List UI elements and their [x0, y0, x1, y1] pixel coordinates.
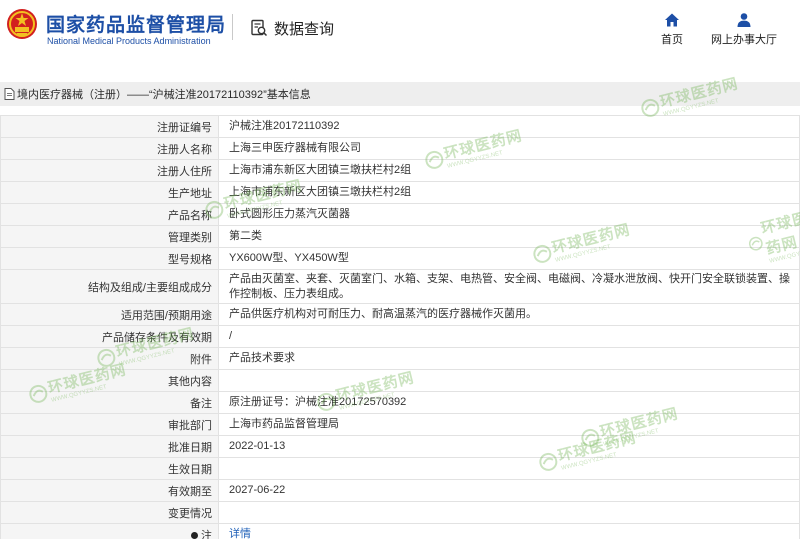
row-label: 适用范围/预期用途 [0, 303, 219, 326]
row-label: 产品名称 [0, 203, 219, 226]
table-row: 注册人住所 上海市浦东新区大团镇三墩扶栏村2组 [0, 159, 800, 182]
row-label: 注册人住所 [0, 159, 219, 182]
table-row: 生效日期 [0, 457, 800, 480]
row-value: 上海市浦东新区大团镇三墩扶栏村2组 [218, 159, 800, 182]
row-value: / [218, 325, 800, 348]
row-value: 沪械注准20172110392 [218, 115, 800, 138]
table-row: 型号规格 YX600W型、YX450W型 [0, 247, 800, 270]
row-value: 2022-01-13 [218, 435, 800, 458]
table-row: 注 详情 [0, 523, 800, 539]
table-row: 审批部门 上海市药品监督管理局 [0, 413, 800, 436]
table-row: 生产地址 上海市浦东新区大团镇三墩扶栏村2组 [0, 181, 800, 204]
table-row: 管理类别 第二类 [0, 225, 800, 248]
row-label: 附件 [0, 347, 219, 370]
org-name-cn: 国家药品监督管理局 [46, 15, 227, 36]
table-row: 注册人名称 上海三申医疗器械有限公司 [0, 137, 800, 160]
row-value: 上海三申医疗器械有限公司 [218, 137, 800, 160]
table-row: 备注 原注册证号：沪械注准20172570392 [0, 391, 800, 414]
table-row: 有效期至 2027-06-22 [0, 479, 800, 502]
row-label: 产品储存条件及有效期 [0, 325, 219, 348]
row-value: 原注册证号：沪械注准20172570392 [218, 391, 800, 414]
row-value: 上海市浦东新区大团镇三墩扶栏村2组 [218, 181, 800, 204]
table-row: 适用范围/预期用途 产品供医疗机构对可耐压力、耐高温蒸汽的医疗器械作灭菌用。 [0, 303, 800, 326]
row-label: 型号规格 [0, 247, 219, 270]
document-icon [4, 88, 15, 100]
row-label: 注 [0, 523, 219, 539]
row-label: 批准日期 [0, 435, 219, 458]
table-row: 变更情况 [0, 501, 800, 524]
row-label: 变更情况 [0, 501, 219, 524]
row-label: 结构及组成/主要组成成分 [0, 269, 219, 304]
breadcrumb-text: 境内医疗器械（注册）——“沪械注准20172110392”基本信息 [17, 89, 311, 101]
row-value: 详情 [218, 523, 800, 539]
nav-home-label: 首页 [661, 34, 683, 46]
row-label: 审批部门 [0, 413, 219, 436]
row-value: YX600W型、YX450W型 [218, 247, 800, 270]
data-query-icon [251, 19, 268, 37]
row-value [218, 501, 800, 524]
row-value: 第二类 [218, 225, 800, 248]
data-query-label: 数据查询 [274, 20, 335, 38]
table-row: 产品储存条件及有效期 / [0, 325, 800, 348]
table-row: 产品名称 卧式圆形压力蒸汽灭菌器 [0, 203, 800, 226]
info-table: 注册证编号 沪械注准20172110392 注册人名称 上海三申医疗器械有限公司 注… [0, 115, 800, 539]
row-value [218, 457, 800, 480]
table-row: 注册证编号 沪械注准20172110392 [0, 115, 800, 138]
table-row: 结构及组成/主要组成成分 产品由灭菌室、夹套、灭菌室门、水箱、支架、电热管、安全阀… [0, 269, 800, 304]
row-value: 产品由灭菌室、夹套、灭菌室门、水箱、支架、电热管、安全阀、电磁阀、冷凝水泄放阀、… [218, 269, 800, 304]
row-label: 备注 [0, 391, 219, 414]
pin-icon [191, 531, 198, 539]
row-label: 管理类别 [0, 225, 219, 248]
row-label: 生产地址 [0, 181, 219, 204]
row-value: 上海市药品监督管理局 [218, 413, 800, 436]
home-icon [665, 13, 679, 27]
person-icon [737, 13, 751, 27]
nav-online-hall-label: 网上办事大厅 [711, 34, 777, 46]
site-header: 国家药品监督管理局 National Medical Products Admi… [0, 0, 800, 78]
row-value: 卧式圆形压力蒸汽灭菌器 [218, 203, 800, 226]
table-row: 其他内容 [0, 369, 800, 392]
nav-home[interactable]: 首页 [658, 12, 686, 47]
data-query-title: 数据查询 [250, 18, 334, 38]
row-value: 产品技术要求 [218, 347, 800, 370]
header-divider [232, 14, 233, 40]
row-label: 注册人名称 [0, 137, 219, 160]
row-value [218, 369, 800, 392]
breadcrumb: 境内医疗器械（注册）——“沪械注准20172110392”基本信息 [0, 82, 800, 106]
row-label: 其他内容 [0, 369, 219, 392]
table-row: 附件 产品技术要求 [0, 347, 800, 370]
row-value: 2027-06-22 [218, 479, 800, 502]
row-label: 注册证编号 [0, 115, 219, 138]
note-label: 注 [201, 529, 212, 539]
details-link[interactable]: 详情 [229, 528, 251, 539]
table-row: 批准日期 2022-01-13 [0, 435, 800, 458]
row-label: 生效日期 [0, 457, 219, 480]
row-value: 产品供医疗机构对可耐压力、耐高温蒸汽的医疗器械作灭菌用。 [218, 303, 800, 326]
org-name-en: National Medical Products Administration [47, 36, 211, 46]
row-label: 有效期至 [0, 479, 219, 502]
nav-online-hall[interactable]: 网上办事大厅 [708, 12, 780, 47]
national-emblem-icon [7, 9, 37, 39]
